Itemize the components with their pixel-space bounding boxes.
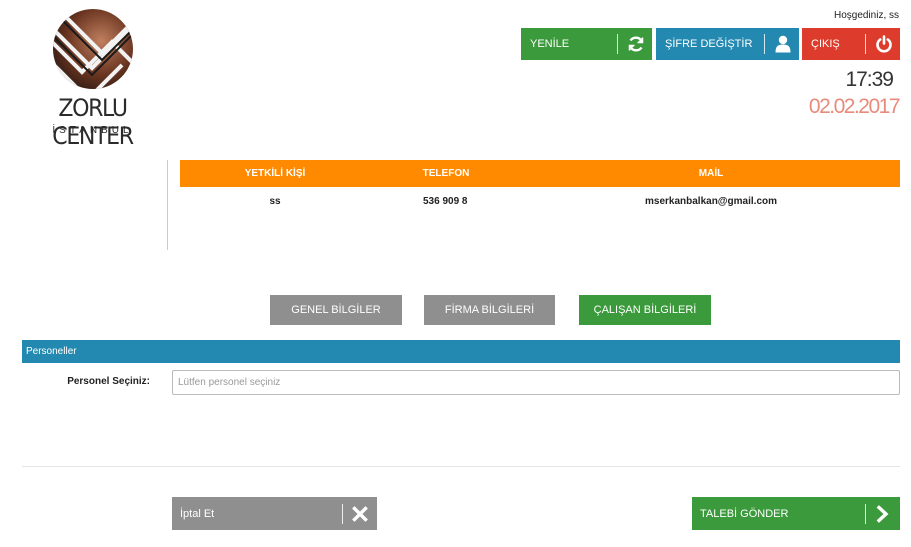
user-icon [772,33,794,55]
tab-employee-info[interactable]: ÇALIŞAN BİLGİLERİ [579,295,711,325]
personnel-select-label: Personel Seçiniz: [67,376,150,387]
separator [865,34,866,54]
column-header-contact-person: YETKİLİ KİŞİ [180,160,370,187]
cell-contact-person: ss [269,195,281,207]
logo: ZORLU CENTER İSTANBUL [30,8,155,150]
chevron-right-icon [872,503,894,525]
tab-general-info[interactable]: GENEL BİLGİLER [270,295,402,325]
contact-table: YETKİLİ KİŞİ TELEFON MAİL ss 536 909 8 m… [180,160,900,215]
power-icon [873,33,895,55]
logout-button[interactable]: ÇIKIŞ [802,28,900,60]
zorlu-logo-mark [53,9,133,89]
separator [865,503,866,524]
refresh-button[interactable]: YENİLE [521,28,652,60]
refresh-label: YENİLE [530,38,570,50]
separator [342,503,343,524]
separator [617,34,618,54]
brand-city: İSTANBUL [52,125,133,136]
column-header-phone: TELEFON [370,160,522,187]
logout-label: ÇIKIŞ [811,38,840,50]
clock-date: 02.02.2017 [808,95,901,118]
divider [22,466,900,467]
cell-mail: mserkanbalkan@gmail.com [644,195,778,207]
submit-request-button[interactable]: TALEBİ GÖNDER [692,497,900,530]
table-header-row: YETKİLİ KİŞİ TELEFON MAİL [180,160,900,187]
close-icon [349,503,371,525]
divider [167,160,168,250]
cell-phone: 536 909 8 [423,195,468,207]
change-password-button[interactable]: ŞİFRE DEĞİŞTİR [656,28,799,60]
refresh-icon [625,33,647,55]
panel-title: Personeller [22,340,900,363]
column-header-mail: MAİL [522,160,900,187]
welcome-text: Hoşgediniz, ss [833,10,899,21]
cancel-button[interactable]: İptal Et [172,497,377,530]
brand-name: ZORLU CENTER [52,94,134,150]
cancel-label: İptal Et [180,507,215,520]
table-row: ss 536 909 8 mserkanbalkan@gmail.com [180,187,900,215]
clock-time: 17:39 [845,68,894,91]
submit-label: TALEBİ GÖNDER [700,507,789,520]
tab-company-info[interactable]: FİRMA BİLGİLERİ [424,295,555,325]
change-password-label: ŞİFRE DEĞİŞTİR [665,38,753,50]
personnel-select-input[interactable] [172,370,900,395]
separator [764,34,765,54]
